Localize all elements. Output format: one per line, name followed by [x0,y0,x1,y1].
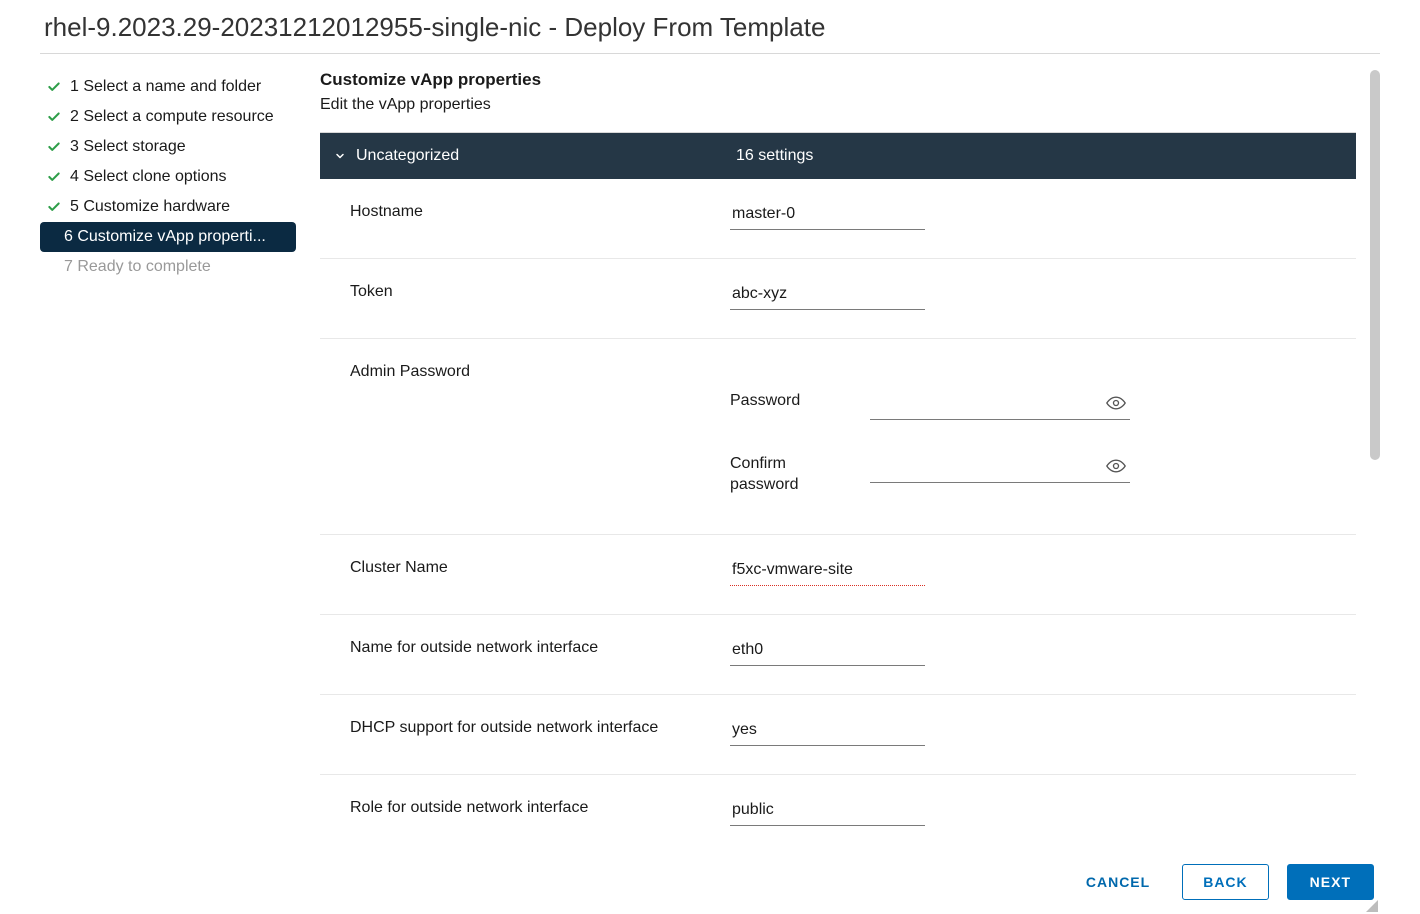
resize-handle-icon[interactable] [1366,900,1378,912]
cluster-name-input[interactable] [730,557,925,586]
check-icon [46,199,62,215]
setting-label: DHCP support for outside network interfa… [350,717,730,746]
cancel-button[interactable]: CANCEL [1072,864,1164,900]
setting-label: Token [350,281,730,310]
wizard-step-label: 4 Select clone options [70,168,227,186]
wizard-steps-sidebar: 1 Select a name and folder 2 Select a co… [40,70,296,844]
setting-label: Admin Password [350,361,730,506]
divider [40,53,1380,54]
setting-label: Cluster Name [350,557,730,586]
category-header[interactable]: Uncategorized 16 settings [320,133,1356,179]
wizard-title: rhel-9.2023.29-20231212012955-single-nic… [40,0,1380,53]
setting-label: Name for outside network interface [350,637,730,666]
check-icon [46,109,62,125]
token-input[interactable] [730,281,925,310]
setting-row-outside-nic-dhcp: DHCP support for outside network interfa… [320,695,1356,775]
setting-row-outside-nic-name: Name for outside network interface [320,615,1356,695]
setting-row-cluster-name: Cluster Name [320,535,1356,615]
wizard-step-label: 3 Select storage [70,138,186,156]
wizard-step-4[interactable]: 4 Select clone options [40,162,296,192]
wizard-step-label: 6 Customize vApp properti... [64,228,266,246]
eye-icon[interactable] [1106,456,1126,480]
scrollbar[interactable] [1370,70,1380,460]
confirm-password-input[interactable] [870,454,1130,483]
setting-label: Role for outside network interface [350,797,730,826]
wizard-step-label: 1 Select a name and folder [70,78,261,96]
check-icon [46,79,62,95]
wizard-step-6[interactable]: 6 Customize vApp properti... [40,222,296,252]
outside-nic-role-input[interactable] [730,797,925,826]
hostname-input[interactable] [730,201,925,230]
confirm-password-label: Confirm password [730,454,830,496]
wizard-step-5[interactable]: 5 Customize hardware [40,192,296,222]
category-count: 16 settings [736,147,813,165]
setting-row-outside-nic-role: Role for outside network interface [320,775,1356,844]
wizard-step-1[interactable]: 1 Select a name and folder [40,72,296,102]
outside-nic-name-input[interactable] [730,637,925,666]
wizard-step-label: 7 Ready to complete [64,258,211,276]
wizard-step-label: 2 Select a compute resource [70,108,274,126]
check-icon [46,169,62,185]
chevron-down-icon [334,150,346,162]
check-icon [46,139,62,155]
setting-row-token: Token [320,259,1356,339]
wizard-step-3[interactable]: 3 Select storage [40,132,296,162]
setting-label: Hostname [350,201,730,230]
wizard-main-panel: Customize vApp properties Edit the vApp … [320,70,1380,844]
outside-nic-dhcp-input[interactable] [730,717,925,746]
wizard-step-label: 5 Customize hardware [70,198,230,216]
next-button[interactable]: NEXT [1287,864,1374,900]
category-label: Uncategorized [356,147,736,165]
eye-icon[interactable] [1106,393,1126,417]
password-input[interactable] [870,391,1130,420]
setting-row-hostname: Hostname [320,179,1356,259]
wizard-footer: CANCEL BACK NEXT [40,844,1380,906]
password-label: Password [730,391,830,412]
back-button[interactable]: BACK [1182,864,1268,900]
section-title: Customize vApp properties [320,70,1356,90]
wizard-step-2[interactable]: 2 Select a compute resource [40,102,296,132]
section-subtitle: Edit the vApp properties [320,96,1356,114]
wizard-step-7: 7 Ready to complete [40,252,296,282]
setting-row-admin-password: Admin Password Password [320,339,1356,535]
